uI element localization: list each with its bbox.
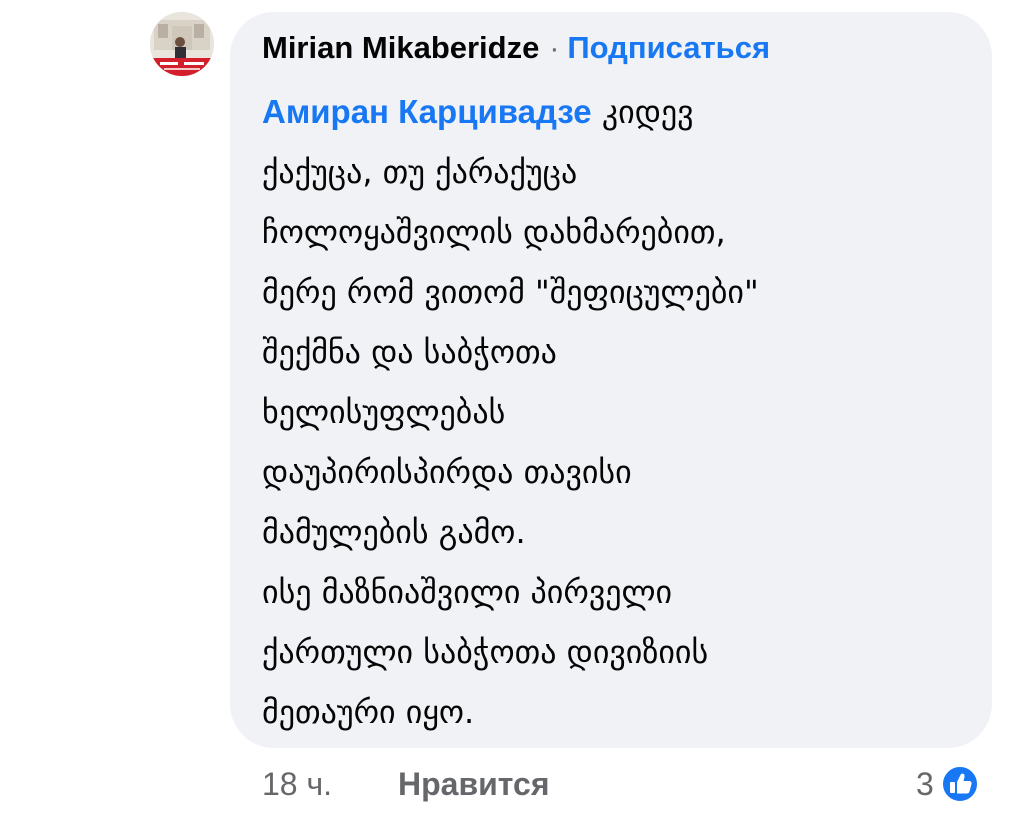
comment-thread: Mirian Mikaberidze · Подписаться Амиран …: [0, 0, 1024, 820]
comment-line-text: კიდევ: [591, 93, 694, 131]
comment-line: მეთაური იყო.: [262, 693, 475, 731]
comment-line: მერე რომ ვითომ "შეფიცულები": [262, 273, 759, 311]
comment-line: მამულების გამო.: [262, 513, 526, 551]
subscribe-link[interactable]: Подписаться: [567, 30, 770, 66]
comment-author[interactable]: Mirian Mikaberidze: [262, 30, 539, 66]
like-button[interactable]: Нравится: [398, 766, 550, 803]
comment-line: ქაქუცა, თუ ქარაქუცა: [262, 153, 578, 191]
like-thumb-icon: [940, 765, 979, 803]
avatar[interactable]: [150, 12, 214, 76]
comment-header: Mirian Mikaberidze · Подписаться: [262, 30, 770, 66]
reaction-summary[interactable]: 3: [916, 764, 980, 804]
comment-line: ისე მაზნიაშვილი პირველი: [262, 573, 673, 611]
comment-line: ქართული საბჭოთა დივიზიის: [262, 633, 709, 671]
comment-line: შექმნა და საბჭოთა: [262, 333, 557, 371]
comment-line: ჩოლოყაშვილის დახმარებით,: [262, 213, 726, 251]
comment-actions: 18 ч. Нравится 3: [0, 762, 1024, 812]
comment-timestamp[interactable]: 18 ч.: [262, 766, 332, 803]
comment-bubble: Mirian Mikaberidze · Подписаться Амиран …: [230, 12, 992, 748]
comment-line: ხელისუფლებას: [262, 393, 506, 431]
comment-line: დაუპირისპირდა თავისი: [262, 453, 632, 491]
comment-text: Амиран Карцивадзе კიდევ ქაქუცა, თუ ქარაქ…: [262, 82, 972, 742]
reaction-count: 3: [916, 765, 934, 802]
comment-line: Амиран Карцивадзе კიდევ: [262, 82, 972, 142]
profile-photo-icon: [150, 12, 214, 76]
mention-link[interactable]: Амиран Карцивадзе: [262, 93, 592, 130]
separator-dot: ·: [549, 32, 560, 65]
